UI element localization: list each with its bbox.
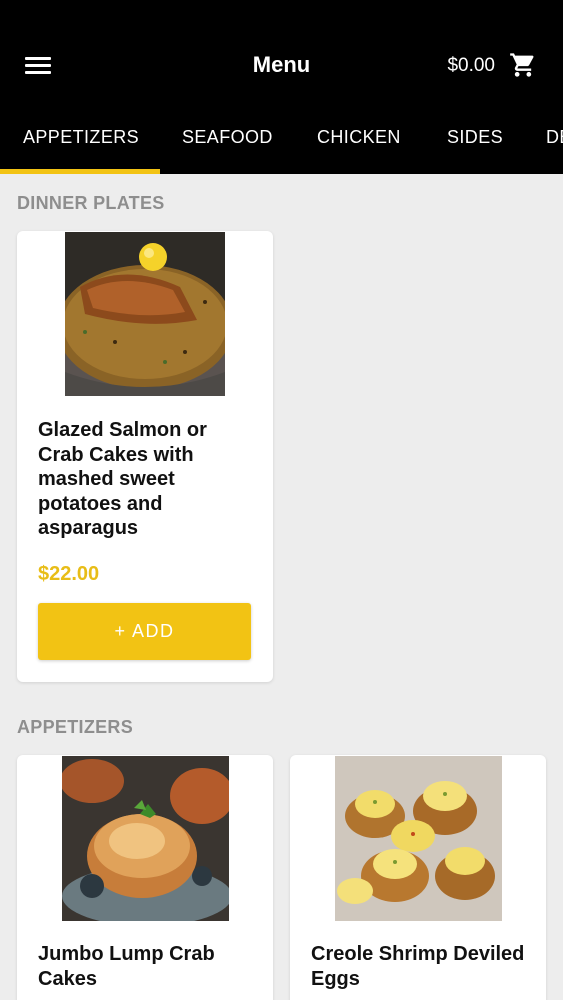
category-tabs: APPETIZERS SEAFOOD CHICKEN SIDES DESSERT… xyxy=(0,110,563,174)
menu-item-card[interactable]: Glazed Salmon or Crab Cakes with mashed … xyxy=(17,231,273,682)
tab-seafood[interactable]: SEAFOOD xyxy=(182,110,273,174)
menu-item-name: Jumbo Lump Crab Cakes xyxy=(38,943,215,990)
add-to-cart-button[interactable]: + ADD xyxy=(38,603,251,660)
cart-icon[interactable] xyxy=(509,51,537,79)
menu-item-card[interactable]: Creole Shrimp Deviled Eggs xyxy=(290,755,546,1000)
deviled-eggs-image xyxy=(335,756,502,921)
menu-item-card[interactable]: Jumbo Lump Crab Cakes xyxy=(17,755,273,1000)
menu-item-price: $22.00 xyxy=(38,563,100,585)
crab-cakes-image xyxy=(62,756,229,921)
menu-item-name: Creole Shrimp Deviled Eggs xyxy=(311,943,525,990)
tab-chicken[interactable]: CHICKEN xyxy=(317,110,401,174)
section-title-dinner-plates: DINNER PLATES xyxy=(17,193,165,213)
tab-sides[interactable]: SIDES xyxy=(447,110,503,174)
tab-desserts[interactable]: DESSERTS xyxy=(546,110,563,174)
app-header: Menu $0.00 xyxy=(0,0,563,110)
salmon-dish-image xyxy=(65,232,225,396)
tab-appetizers[interactable]: APPETIZERS xyxy=(23,110,139,174)
active-tab-indicator xyxy=(0,169,160,174)
menu-item-name: Glazed Salmon or Crab Cakes with mashed … xyxy=(38,419,207,539)
section-title-appetizers: APPETIZERS xyxy=(17,717,134,737)
cart-total[interactable]: $0.00 xyxy=(447,55,495,77)
